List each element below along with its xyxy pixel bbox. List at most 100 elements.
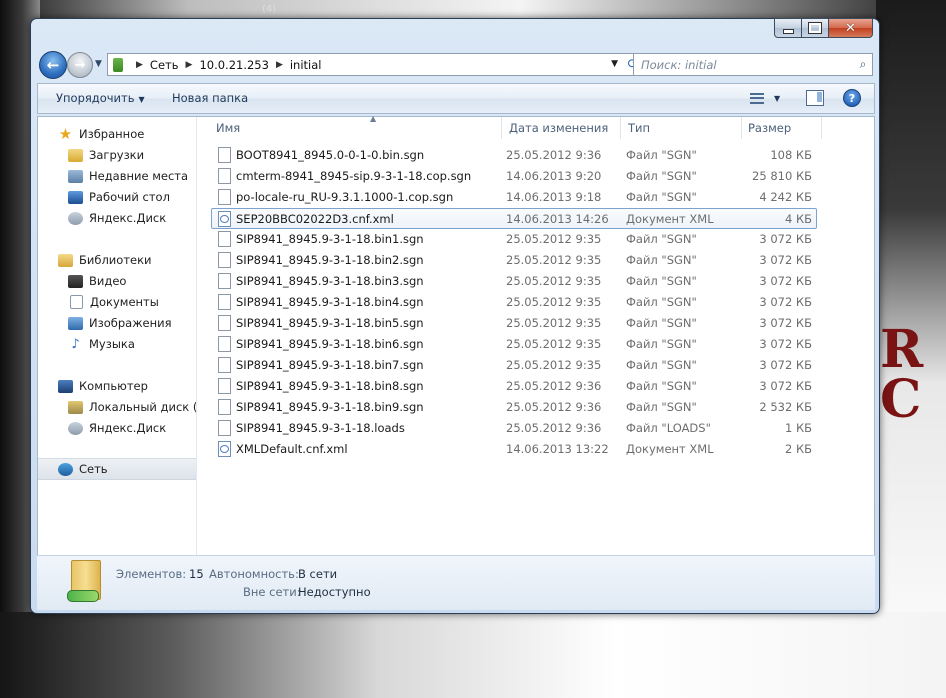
content-area: ★ Избранное Загрузки Недавние места Рабо… [37,114,875,556]
file-name: SIP8941_8945.9-3-1-18.bin4.sgn [236,295,424,309]
back-button[interactable]: ← [39,51,67,79]
forward-button[interactable]: → [67,52,93,78]
arrow-left-icon: ← [46,56,60,74]
breadcrumb-segment[interactable]: 10.0.21.253 [199,58,269,72]
chevron-down-icon[interactable]: ▼ [774,94,780,103]
sidebar-item-label: Локальный диск (C [89,400,197,414]
file-row[interactable]: SEP20BBC02022D3.cnf.xml 14.06.2013 14:26 Д… [211,208,817,229]
video-library-icon [68,274,83,288]
file-name: SIP8941_8945.9-3-1-18.bin9.sgn [236,400,424,414]
libraries-icon [58,253,73,267]
file-icon [218,336,231,352]
sidebar-item-desktop[interactable]: Рабочий стол [38,187,196,207]
file-date: 25.05.2012 9:36 [506,148,602,162]
address-history-dropdown[interactable]: ▼ [611,59,618,69]
sidebar-item-favorites[interactable]: ★ Избранное [38,124,196,144]
column-divider[interactable] [620,117,621,139]
file-row[interactable]: SIP8941_8945.9-3-1-18.bin3.sgn 25.05.2012… [212,271,816,291]
column-divider[interactable] [821,117,822,139]
change-view-button[interactable]: ▼ [750,90,790,106]
breadcrumb-chevron-icon[interactable]: ▶ [136,60,143,70]
sidebar-item-documents[interactable]: Документы [38,292,196,312]
items-count-value: 15 [189,567,204,581]
sidebar-item-pictures[interactable]: Изображения [38,313,196,333]
maximize-button[interactable] [802,18,829,38]
new-folder-button[interactable]: Новая папка [172,91,248,105]
file-row[interactable]: XMLDefault.cnf.xml 14.06.2013 13:22 Докуме… [212,439,816,459]
sidebar-item-local-disk[interactable]: Локальный диск (C [38,397,196,417]
search-box[interactable]: Поиск: initial ⌕ [633,53,873,76]
file-type: Файл "SGN" [626,316,697,330]
navigation-pane: ★ Избранное Загрузки Недавние места Рабо… [38,117,197,555]
file-row[interactable]: SIP8941_8945.9-3-1-18.loads 25.05.2012 9:… [212,418,816,438]
file-name: SIP8941_8945.9-3-1-18.bin5.sgn [236,316,424,330]
sidebar-item-network[interactable]: Сеть [38,458,196,480]
file-date: 14.06.2013 9:18 [506,190,602,204]
preview-pane-icon[interactable] [806,90,824,106]
minimize-button[interactable] [774,18,802,38]
maximize-icon [808,22,822,34]
file-name: SIP8941_8945.9-3-1-18.loads [236,421,405,435]
sidebar-item-music[interactable]: ♪ Музыка [38,334,196,354]
sidebar-item-computer[interactable]: Компьютер [38,376,196,396]
file-row[interactable]: po-locale-ru_RU-9.3.1.1000-1.cop.sgn 14.0… [212,187,816,207]
file-type: Файл "SGN" [626,253,697,267]
file-date: 25.05.2012 9:36 [506,379,602,393]
search-icon[interactable]: ⌕ [854,57,872,72]
wallpaper-text-line-2: C [880,369,924,430]
file-name: SIP8941_8945.9-3-1-18.bin7.sgn [236,358,424,372]
recent-pages-dropdown[interactable]: ▼ [95,59,102,69]
file-date: 25.05.2012 9:35 [506,358,602,372]
search-input[interactable]: Поиск: initial [634,58,854,72]
sidebar-item-label: Музыка [89,337,135,351]
sidebar-item-yandex-disk[interactable]: Яндекс.Диск [38,208,196,228]
file-icon [218,294,231,310]
file-type: Файл "SGN" [626,190,697,204]
column-divider[interactable] [501,117,502,139]
arrow-right-icon: → [74,57,86,73]
file-row[interactable]: cmterm-8941_8945-sip.9-3-1-18.cop.sgn 14.… [212,166,816,186]
file-row[interactable]: SIP8941_8945.9-3-1-18.bin8.sgn 25.05.2012… [212,376,816,396]
breadcrumb-chevron-icon[interactable]: ▶ [276,60,283,70]
column-header-date[interactable]: Дата изменения [509,117,619,139]
sidebar-item-label: Видео [89,274,127,288]
file-row[interactable]: SIP8941_8945.9-3-1-18.bin9.sgn 25.05.2012… [212,397,816,417]
organize-button[interactable]: Упорядочить ▼ [56,91,145,105]
file-row[interactable]: SIP8941_8945.9-3-1-18.bin1.sgn 25.05.2012… [212,229,816,249]
file-icon [218,273,231,289]
sidebar-item-downloads[interactable]: Загрузки [38,145,196,165]
pictures-library-icon [68,316,83,330]
sidebar-item-libraries[interactable]: Библиотеки [38,250,196,270]
breadcrumb-chevron-icon[interactable]: ▶ [186,60,193,70]
file-icon [218,357,231,373]
file-name: po-locale-ru_RU-9.3.1.1000-1.cop.sgn [236,190,454,204]
minimize-icon [782,28,794,34]
close-button[interactable]: ✕ [829,18,873,38]
sidebar-item-video[interactable]: Видео [38,271,196,291]
file-row[interactable]: SIP8941_8945.9-3-1-18.bin5.sgn 25.05.2012… [212,313,816,333]
file-row[interactable]: SIP8941_8945.9-3-1-18.bin7.sgn 25.05.2012… [212,355,816,375]
breadcrumb-segment[interactable]: initial [290,58,322,72]
column-divider[interactable] [741,117,742,139]
file-row[interactable]: SIP8941_8945.9-3-1-18.bin2.sgn 25.05.2012… [212,250,816,270]
file-row[interactable]: BOOT8941_8945.0-0-1-0.bin.sgn 25.05.2012 … [212,145,816,165]
explorer-window: ✕ ← → ▼ ▶ Сеть ▶ 10.0.21.253 ▶ initial ▼… [30,18,880,614]
file-size: 3 072 КБ [759,274,812,288]
xml-file-icon [218,441,231,457]
help-icon[interactable]: ? [843,89,861,107]
address-bar[interactable]: ▶ Сеть ▶ 10.0.21.253 ▶ initial ▼ [107,53,623,76]
sidebar-item-yandex-disk-drive[interactable]: Яндекс.Диск [38,418,196,438]
sidebar-item-label: Избранное [79,127,145,141]
file-type: Файл "SGN" [626,169,697,183]
sidebar-item-recent-places[interactable]: Недавние места [38,166,196,186]
file-row[interactable]: SIP8941_8945.9-3-1-18.bin4.sgn 25.05.2012… [212,292,816,312]
file-size: 3 072 КБ [759,295,812,309]
column-header-name[interactable]: Имя ▲ [216,114,486,139]
column-header-size[interactable]: Размер [748,117,818,139]
file-icon [218,147,231,163]
column-header-type[interactable]: Тип [628,117,738,139]
file-type: Файл "SGN" [626,400,697,414]
offline-status-label: Автономность: [209,567,299,581]
file-row[interactable]: SIP8941_8945.9-3-1-18.bin6.sgn 25.05.2012… [212,334,816,354]
breadcrumb-segment[interactable]: Сеть [150,58,179,72]
